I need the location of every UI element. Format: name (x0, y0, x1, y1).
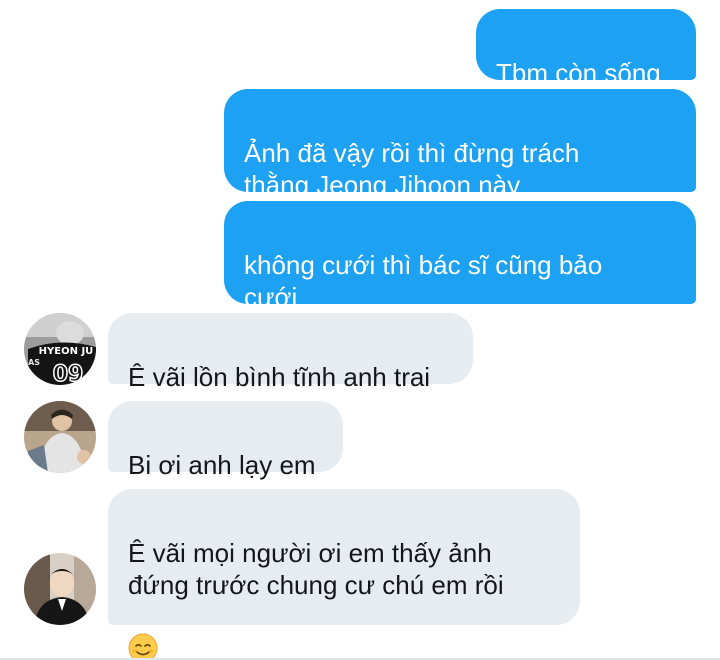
sent-message[interactable]: Ảnh đã vậy rồi thì đừng trách thằng Jeon… (224, 89, 696, 200)
smiling-face-emoji-icon (128, 633, 158, 660)
sent-message[interactable]: không cưới thì bác sĩ cũng bảo cưới (224, 201, 696, 312)
message-text: Tbm còn sống (496, 58, 661, 88)
message-text: không cưới thì bác sĩ cũng bảo cưới (244, 250, 603, 312)
avatar-image (24, 401, 96, 473)
message-text: Ê vãi lồn bình tĩnh anh trai (128, 362, 431, 392)
received-message[interactable]: Bi ơi anh lạy em (108, 401, 343, 480)
avatar[interactable] (24, 553, 96, 625)
avatar-image: HYEON JU 09 AS (24, 313, 96, 385)
avatar-image (24, 553, 96, 625)
received-message[interactable]: Ê vãi mọi người ơi em thấy ảnh đứng trướ… (108, 489, 580, 660)
sent-message[interactable]: Tbm còn sống (476, 9, 696, 88)
message-text: Ê vãi mọi người ơi em thấy ảnh đứng trướ… (128, 538, 504, 600)
avatar[interactable] (24, 401, 96, 473)
avatar[interactable]: HYEON JU 09 AS (24, 313, 96, 385)
received-message[interactable]: Ê vãi lồn bình tĩnh anh trai (108, 313, 473, 392)
jersey-logo: AS (28, 358, 40, 367)
message-text: Ảnh đã vậy rồi thì đừng trách thằng Jeon… (244, 138, 580, 200)
jersey-number: 09 (53, 362, 84, 385)
jersey-name: HYEON JU (39, 346, 94, 357)
message-text: Bi ơi anh lạy em (128, 450, 316, 480)
